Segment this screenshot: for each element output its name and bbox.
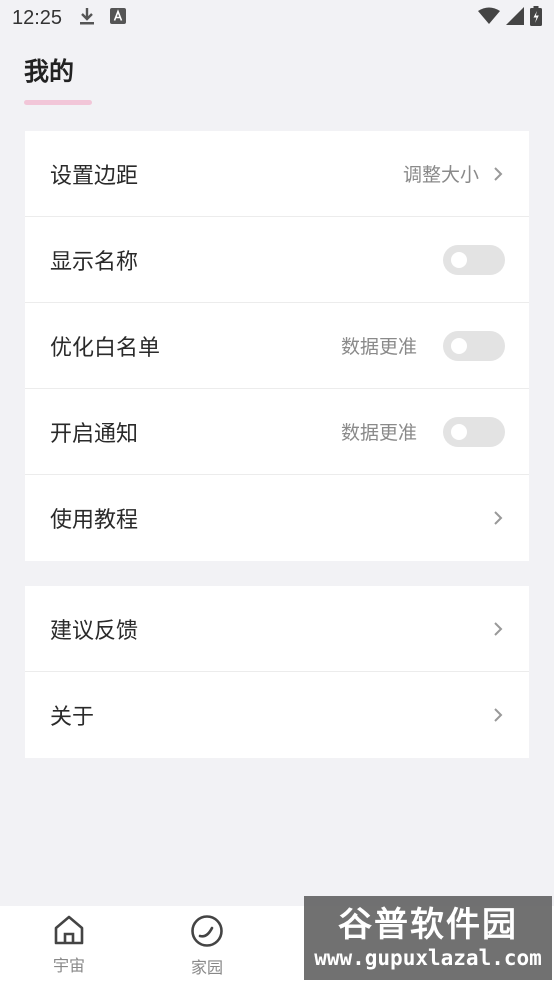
setting-tutorial-label: 使用教程 bbox=[50, 508, 139, 533]
setting-whitelist-label: 优化白名单 bbox=[50, 335, 161, 361]
settings-card-secondary: 建议反馈 关于 bbox=[25, 586, 529, 758]
nav-item-universe[interactable]: 宇宙 bbox=[0, 906, 138, 984]
setting-row-show-name: 显示名称 bbox=[25, 217, 529, 303]
setting-row-whitelist: 优化白名单 数据更准 bbox=[25, 303, 529, 389]
page-title: 我的 bbox=[24, 57, 75, 86]
setting-notification-hint: 数据更准 bbox=[340, 422, 417, 444]
setting-feedback-right bbox=[493, 621, 503, 637]
setting-notification-right: 数据更准 bbox=[340, 416, 505, 447]
setting-row-tutorial[interactable]: 使用教程 bbox=[25, 475, 529, 561]
whitelist-toggle[interactable] bbox=[443, 330, 505, 361]
chevron-right-icon bbox=[494, 621, 503, 636]
toggle-knob bbox=[451, 337, 467, 354]
toggle-knob bbox=[451, 251, 467, 268]
battery-charging-icon bbox=[530, 6, 542, 30]
setting-whitelist-right: 数据更准 bbox=[340, 330, 505, 361]
setting-row-about[interactable]: 关于 bbox=[25, 672, 529, 758]
page-header: 我的 bbox=[24, 52, 92, 105]
chevron-right-icon bbox=[494, 511, 503, 525]
setting-tutorial-right bbox=[493, 510, 503, 526]
setting-margin-hint: 调整大小 bbox=[402, 164, 479, 186]
circle-arc-icon bbox=[191, 915, 223, 947]
setting-margin-right: 调整大小 bbox=[403, 160, 503, 187]
watermark-title: 谷普软件园 bbox=[338, 905, 518, 945]
notification-toggle[interactable] bbox=[443, 416, 505, 447]
status-time: 12:25 bbox=[12, 6, 63, 29]
status-left-icons bbox=[78, 6, 127, 30]
signal-icon bbox=[506, 7, 524, 29]
setting-about-label: 关于 bbox=[50, 705, 95, 730]
toggle-knob bbox=[451, 423, 467, 440]
home-icon bbox=[54, 915, 84, 945]
setting-show-name-label: 显示名称 bbox=[50, 249, 139, 275]
setting-row-notification: 开启通知 数据更准 bbox=[25, 389, 529, 475]
download-icon bbox=[78, 6, 96, 30]
watermark-logo: 谷普软件园 www.gupuxlazal.com bbox=[304, 896, 552, 980]
setting-row-feedback[interactable]: 建议反馈 bbox=[25, 586, 529, 672]
text-a-icon bbox=[110, 8, 127, 28]
nav-label-home: 家园 bbox=[190, 958, 223, 977]
nav-item-home[interactable]: 家园 bbox=[138, 906, 276, 984]
setting-margin-label: 设置边距 bbox=[50, 163, 139, 189]
chevron-right-icon bbox=[494, 166, 503, 181]
watermark-url: www.gupuxlazal.com bbox=[314, 946, 542, 970]
settings-card-main: 设置边距 调整大小 显示名称 优化白名单 数据更准 开启通知 数据更准 使用教程 bbox=[25, 131, 529, 561]
setting-row-margin[interactable]: 设置边距 调整大小 bbox=[25, 131, 529, 217]
status-right-icons bbox=[478, 6, 542, 30]
title-underline bbox=[24, 100, 92, 105]
setting-notification-label: 开启通知 bbox=[50, 421, 139, 447]
nav-label-universe: 宇宙 bbox=[52, 956, 85, 975]
setting-feedback-label: 建议反馈 bbox=[50, 618, 139, 644]
setting-whitelist-hint: 数据更准 bbox=[340, 336, 417, 358]
chevron-right-icon bbox=[494, 708, 503, 722]
wifi-icon bbox=[478, 7, 500, 29]
setting-about-right bbox=[493, 707, 503, 723]
show-name-toggle[interactable] bbox=[443, 244, 505, 275]
setting-show-name-right bbox=[443, 244, 505, 275]
status-bar: 12:25 bbox=[0, 0, 554, 36]
